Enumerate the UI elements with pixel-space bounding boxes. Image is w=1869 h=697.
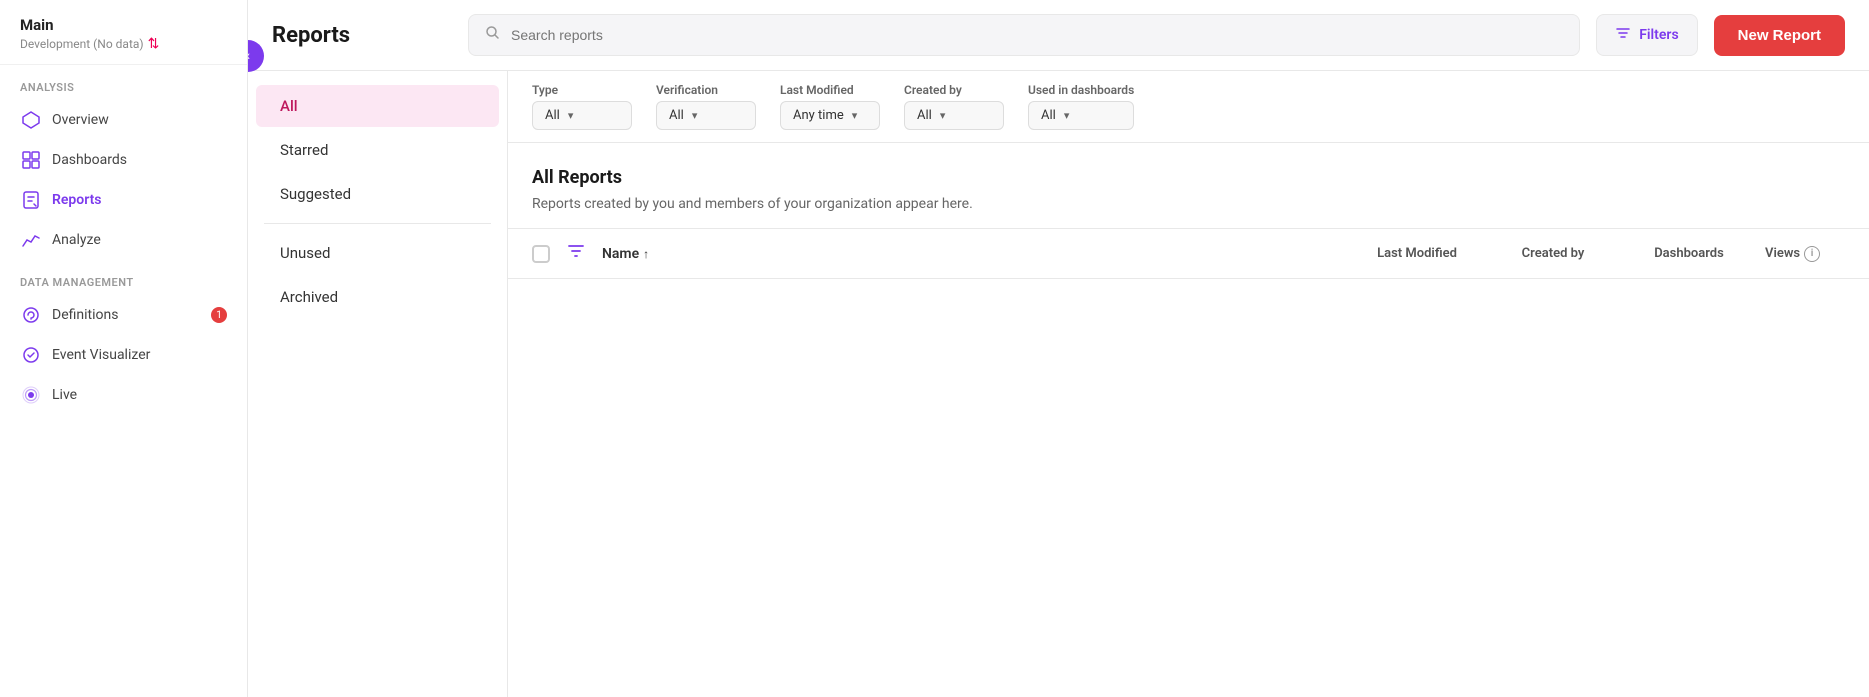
table-select-all-checkbox[interactable]: [532, 245, 550, 263]
sidebar-item-event-visualizer[interactable]: Event Visualizer: [0, 335, 247, 375]
chevron-down-icon4: ▾: [940, 109, 946, 122]
analysis-section-label: Analysis: [0, 65, 247, 100]
definitions-icon: [20, 304, 42, 326]
reports-icon: [20, 189, 42, 211]
app-sub: Development (No data) ⇅: [20, 36, 227, 52]
chevron-down-icon3: ▾: [852, 109, 858, 122]
sidebar-item-dashboards[interactable]: Dashboards: [0, 140, 247, 180]
table-col-last-modified[interactable]: Last Modified: [1357, 246, 1477, 261]
filter-last-modified-label: Last Modified: [780, 83, 880, 97]
views-info-icon[interactable]: i: [1804, 246, 1820, 262]
sidebar-header: Main Development (No data) ⇅: [0, 0, 247, 65]
sort-ascending-icon: ↑: [643, 247, 649, 261]
table-filter-icon[interactable]: [566, 241, 586, 266]
filters-icon: [1615, 25, 1631, 45]
sidebar-item-dashboards-label: Dashboards: [52, 152, 127, 168]
event-visualizer-icon: [20, 344, 42, 366]
sidebar-item-analyze[interactable]: Analyze: [0, 220, 247, 260]
definitions-badge: 1: [211, 307, 227, 323]
filter-verification-label: Verification: [656, 83, 756, 97]
filter-used-in-dashboards-select[interactable]: All ▾: [1028, 101, 1134, 130]
filter-type-label: Type: [532, 83, 632, 97]
table-col-created-by[interactable]: Created by: [1493, 246, 1613, 261]
filter-verification: Verification All ▾: [656, 83, 756, 130]
left-nav-panel: All Starred Suggested Unused Archived: [248, 71, 508, 697]
filters-button[interactable]: Filters: [1596, 14, 1697, 56]
filter-created-by: Created by All ▾: [904, 83, 1004, 130]
nav-item-starred[interactable]: Starred: [256, 129, 499, 171]
table-col-name[interactable]: Name ↑: [602, 246, 1341, 262]
filter-used-in-dashboards-label: Used in dashboards: [1028, 83, 1134, 97]
new-report-button[interactable]: New Report: [1714, 15, 1845, 56]
search-icon: [485, 25, 501, 45]
filter-created-by-value: All: [917, 108, 932, 123]
analyze-icon: [20, 229, 42, 251]
chevron-down-icon: ▾: [568, 109, 574, 122]
nav-item-suggested[interactable]: Suggested: [256, 173, 499, 215]
sidebar-item-reports-label: Reports: [52, 192, 102, 208]
data-management-section-label: Data Management: [0, 260, 247, 295]
filter-type-select[interactable]: All ▾: [532, 101, 632, 130]
filters-label: Filters: [1639, 27, 1678, 43]
filter-used-in-dashboards-value: All: [1041, 108, 1056, 123]
filter-verification-value: All: [669, 108, 684, 123]
nav-item-all-label: All: [280, 97, 298, 115]
app-sub-text: Development (No data): [20, 37, 144, 51]
chevron-down-icon2: ▾: [692, 109, 698, 122]
nav-divider: [264, 223, 491, 224]
overview-icon: [20, 109, 42, 131]
nav-item-archived-label: Archived: [280, 288, 338, 306]
dashboards-icon: [20, 149, 42, 171]
sidebar: Main Development (No data) ⇅ Analysis Ov…: [0, 0, 248, 697]
search-input[interactable]: [511, 27, 1563, 43]
sidebar-item-live[interactable]: Live: [0, 375, 247, 415]
filter-last-modified-select[interactable]: Any time ▾: [780, 101, 880, 130]
all-reports-description: Reports created by you and members of yo…: [532, 196, 1845, 212]
chevron-updown-icon[interactable]: ⇅: [148, 36, 160, 52]
all-reports-section: All Reports Reports created by you and m…: [508, 143, 1869, 229]
search-bar: [468, 14, 1580, 56]
all-reports-title: All Reports: [532, 167, 1845, 188]
page-title: Reports: [272, 23, 452, 48]
right-panel: Type All ▾ Verification All ▾ Last Modif…: [508, 71, 1869, 697]
filter-verification-select[interactable]: All ▾: [656, 101, 756, 130]
table-col-views[interactable]: Views i: [1765, 246, 1845, 262]
filter-type-value: All: [545, 108, 560, 123]
table-col-views-label: Views: [1765, 246, 1800, 261]
table-col-name-label: Name: [602, 246, 639, 262]
filter-created-by-select[interactable]: All ▾: [904, 101, 1004, 130]
sidebar-item-overview[interactable]: Overview: [0, 100, 247, 140]
sidebar-item-live-label: Live: [52, 387, 77, 403]
table-header: Name ↑ Last Modified Created by Dashboar…: [508, 229, 1869, 279]
sidebar-item-definitions-label: Definitions: [52, 307, 118, 323]
filter-last-modified: Last Modified Any time ▾: [780, 83, 880, 130]
nav-item-all[interactable]: All: [256, 85, 499, 127]
sidebar-item-reports[interactable]: Reports: [0, 180, 247, 220]
top-bar: Reports Filters New Report: [248, 0, 1869, 71]
nav-item-archived[interactable]: Archived: [256, 276, 499, 318]
live-icon: [20, 384, 42, 406]
content-area: All Starred Suggested Unused Archived Ty…: [248, 71, 1869, 697]
main-area: ‹ Reports Filters New Report All Starred: [248, 0, 1869, 697]
filter-bar: Type All ▾ Verification All ▾ Last Modif…: [508, 71, 1869, 143]
nav-item-starred-label: Starred: [280, 141, 328, 159]
sidebar-item-analyze-label: Analyze: [52, 232, 101, 248]
app-name: Main: [20, 16, 227, 34]
table-col-dashboards[interactable]: Dashboards: [1629, 246, 1749, 261]
filter-type: Type All ▾: [532, 83, 632, 130]
sidebar-item-event-visualizer-label: Event Visualizer: [52, 347, 150, 363]
filter-last-modified-value: Any time: [793, 108, 844, 123]
filter-created-by-label: Created by: [904, 83, 1004, 97]
nav-item-unused-label: Unused: [280, 244, 330, 262]
nav-item-suggested-label: Suggested: [280, 185, 351, 203]
sidebar-item-overview-label: Overview: [52, 112, 109, 128]
filter-used-in-dashboards: Used in dashboards All ▾: [1028, 83, 1134, 130]
sidebar-item-definitions[interactable]: Definitions 1: [0, 295, 247, 335]
nav-item-unused[interactable]: Unused: [256, 232, 499, 274]
chevron-down-icon5: ▾: [1064, 109, 1070, 122]
